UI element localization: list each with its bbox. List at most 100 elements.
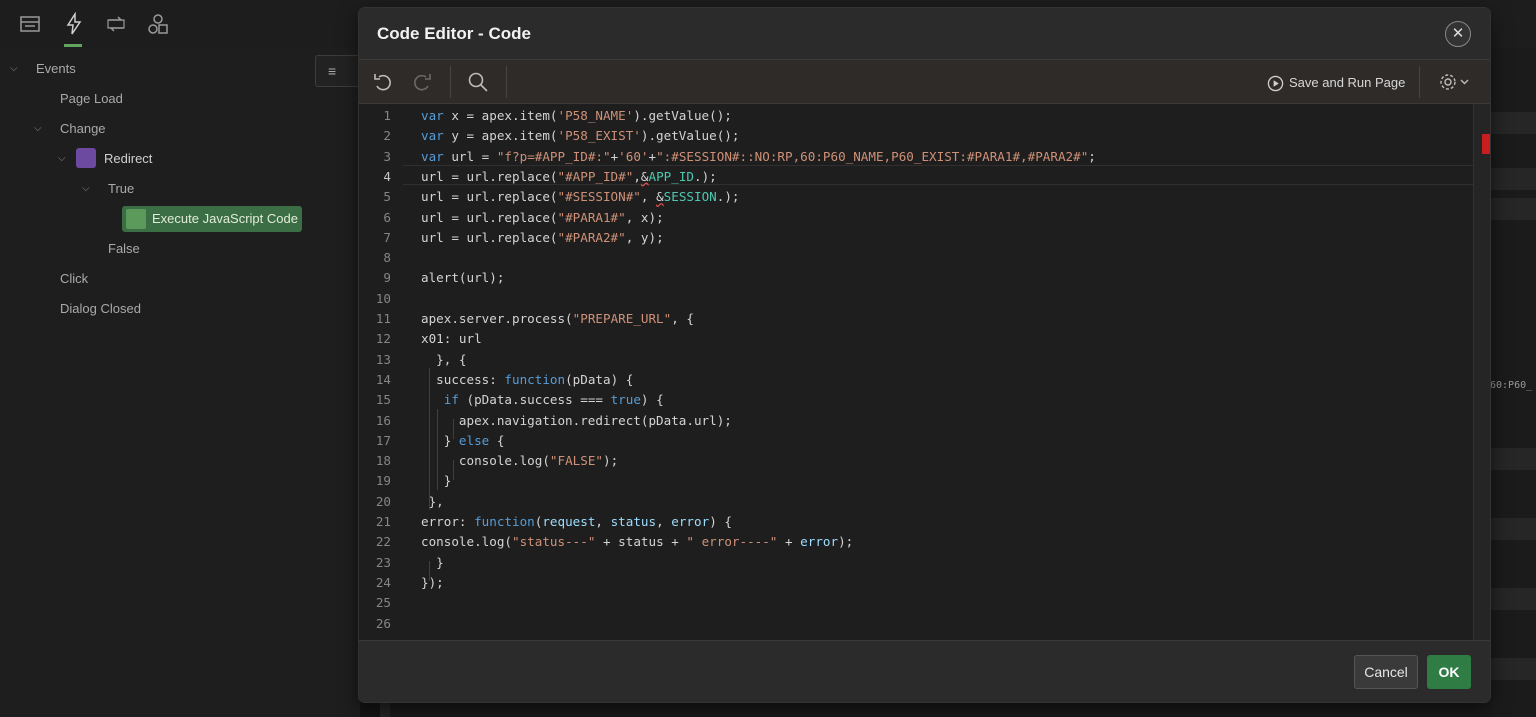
tree-node-label: True [108, 181, 135, 196]
dialog-header: Code Editor - Code ✕ [359, 8, 1490, 60]
cancel-button[interactable]: Cancel [1354, 655, 1418, 689]
line-number: 18 [375, 453, 391, 469]
code-line[interactable]: x01: url [421, 329, 482, 349]
tree-node-events[interactable]: ⌵ Events [10, 54, 76, 84]
indent-guide [453, 460, 454, 480]
line-number: 24 [375, 574, 391, 590]
tree-node-dialog-closed[interactable]: Dialog Closed [60, 294, 141, 324]
tree-node-label: Page Load [60, 91, 123, 106]
line-number: 20 [375, 493, 391, 509]
background-snippet: 60:P60_ [1490, 380, 1533, 391]
close-button[interactable]: ✕ [1445, 21, 1471, 47]
tree-node-label: Events [36, 61, 76, 76]
chevron-down-icon[interactable]: ⌵ [82, 174, 90, 204]
dynamic-actions-tree: ⌵ Events Page Load ⌵ Change ⌵ Redirect ⌵… [0, 48, 360, 717]
code-line[interactable]: error: function(request, status, error) … [421, 512, 732, 532]
line-number: 17 [375, 432, 391, 448]
save-and-run-button[interactable]: Save and Run Page [1267, 72, 1405, 94]
line-number: 7 [383, 229, 391, 245]
line-number: 9 [383, 270, 391, 286]
menu-icon: ≡ [328, 63, 337, 79]
tree-node-execute-javascript[interactable]: Execute JavaScript Code [122, 206, 302, 232]
code-line[interactable]: }, [421, 492, 444, 512]
line-number: 16 [375, 412, 391, 428]
indent-guide [453, 419, 454, 439]
tree-node-label: Execute JavaScript Code [152, 211, 298, 226]
tree-node-click[interactable]: Click [60, 264, 88, 294]
code-line[interactable]: console.log("status---" + status + " err… [421, 532, 853, 552]
line-number: 25 [375, 595, 391, 611]
code-line[interactable]: }, { [421, 350, 466, 370]
play-icon [1267, 75, 1284, 92]
list-icon[interactable] [18, 12, 42, 36]
tree-node-label: Click [60, 271, 89, 286]
code-line[interactable]: if (pData.success === true) { [421, 390, 664, 410]
lightning-icon[interactable] [62, 12, 86, 36]
close-icon: ✕ [1451, 25, 1465, 42]
line-number: 21 [375, 514, 391, 529]
line-number: 19 [375, 473, 391, 489]
tree-node-redirect[interactable]: ⌵ Redirect [58, 144, 152, 174]
code-line[interactable]: var x = apex.item('P58_NAME').getValue()… [421, 106, 732, 126]
line-number: 23 [375, 554, 391, 570]
chevron-down-icon[interactable]: ⌵ [10, 54, 18, 84]
code-line[interactable]: url = url.replace("#SESSION#", &SESSION.… [421, 187, 739, 207]
indent-guide [429, 561, 430, 581]
code-line[interactable]: url = url.replace("#PARA2#", y); [421, 228, 664, 248]
tree-menu-button[interactable]: ≡ [315, 55, 363, 87]
line-number: 22 [375, 534, 391, 550]
code-line[interactable]: url = url.replace("#APP_ID#",&APP_ID.); [421, 167, 717, 187]
dynamic-action-icon [76, 147, 96, 168]
tree-node-label: False [108, 241, 140, 256]
chevron-down-icon[interactable]: ⌵ [58, 144, 66, 174]
tree-node-true[interactable]: ⌵ True [82, 174, 134, 204]
search-icon[interactable] [466, 70, 490, 94]
code-line[interactable]: }); [421, 573, 444, 593]
tree-node-label: Redirect [104, 151, 153, 166]
line-number: 10 [375, 290, 391, 306]
line-number: 1 [383, 108, 391, 123]
line-number: 2 [383, 128, 391, 144]
redo-icon[interactable] [410, 70, 434, 94]
code-line[interactable]: } else { [421, 431, 505, 451]
active-tab-indicator [64, 44, 82, 47]
gear-icon[interactable] [1437, 70, 1473, 94]
line-number: 11 [375, 311, 391, 326]
line-number: 4 [383, 168, 391, 184]
code-editor[interactable]: 1 2 3 4 5 6 7 8 9 10 11 12 13 14 15 16 17 18 19 20 21 22 23 24 2… [359, 104, 1490, 640]
line-number: 8 [383, 250, 391, 266]
line-number: 5 [383, 189, 391, 205]
code-line[interactable]: apex.navigation.redirect(pData.url); [421, 411, 732, 431]
shared-components-icon[interactable] [146, 12, 170, 36]
code-line[interactable]: alert(url); [421, 268, 504, 288]
tree-node-page-load[interactable]: Page Load [60, 84, 123, 114]
line-number: 12 [375, 331, 391, 347]
undo-icon[interactable] [371, 70, 395, 94]
tree-node-false[interactable]: False [108, 234, 140, 264]
code-line[interactable]: var y = apex.item('P58_EXIST').getValue(… [421, 126, 739, 146]
code-line[interactable]: url = url.replace("#PARA1#", x); [421, 208, 664, 228]
code-line[interactable]: success: function(pData) { [421, 370, 633, 390]
process-icon[interactable] [104, 12, 128, 36]
code-text-area[interactable]: var x = apex.item('P58_NAME').getValue()… [421, 104, 1471, 640]
editor-scrollbar[interactable] [1473, 104, 1490, 640]
code-line[interactable]: apex.server.process("PREPARE_URL", { [421, 309, 694, 329]
ok-button[interactable]: OK [1427, 655, 1471, 689]
background-footer [380, 700, 1490, 717]
tree-node-change[interactable]: ⌵ Change [34, 114, 106, 144]
code-line[interactable]: console.log("FALSE"); [421, 451, 618, 471]
chevron-down-icon[interactable]: ⌵ [34, 114, 42, 144]
tree-node-label: Change [60, 121, 106, 136]
indent-guide [437, 409, 438, 490]
error-marker [1482, 134, 1490, 154]
indent-guide [429, 368, 430, 510]
code-line[interactable]: var url = "f?p=#APP_ID#:"+'60'+":#SESSIO… [421, 147, 1096, 167]
line-number-gutter: 1 2 3 4 5 6 7 8 9 10 11 12 13 14 15 16 17 18 19 20 21 22 23 24 2… [359, 104, 403, 640]
editor-toolbar: Save and Run Page [359, 60, 1490, 104]
code-line[interactable]: } [421, 553, 444, 573]
code-editor-dialog: Code Editor - Code ✕ Save and Run Page 1… [359, 8, 1490, 702]
line-number: 26 [375, 615, 391, 631]
line-number: 13 [375, 351, 391, 367]
line-number: 6 [383, 209, 391, 225]
line-number: 3 [383, 148, 391, 164]
